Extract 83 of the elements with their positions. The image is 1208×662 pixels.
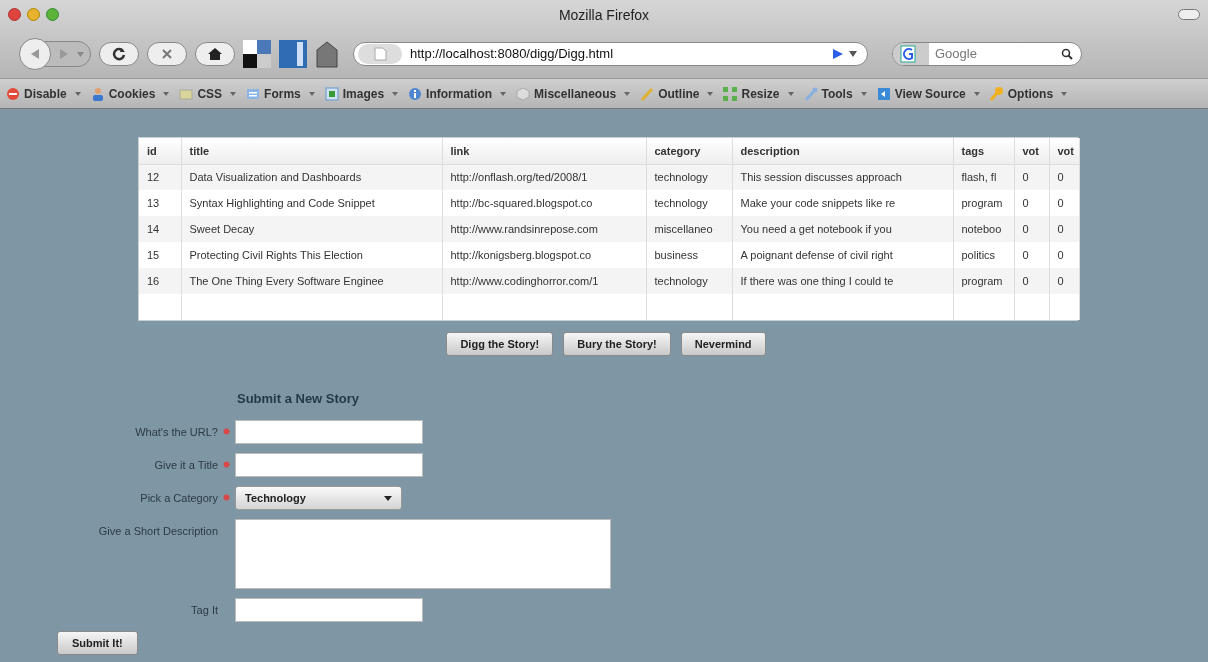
- toolbar-menu[interactable]: Forms: [244, 84, 317, 103]
- close-window-button[interactable]: [8, 8, 21, 21]
- back-icon: [30, 48, 40, 60]
- toolbar-menu[interactable]: View Source: [874, 84, 982, 103]
- category-dropdown[interactable]: Technology: [235, 486, 402, 510]
- caret-icon: [77, 51, 84, 57]
- caret-icon: [230, 91, 237, 96]
- caret-icon: [1061, 91, 1068, 96]
- field-label: Pick a Category: [140, 491, 218, 506]
- toolbar-menu[interactable]: Options: [987, 84, 1070, 103]
- action-button[interactable]: Nevermind: [680, 332, 766, 356]
- column-header[interactable]: tags: [953, 138, 1014, 164]
- submit-button[interactable]: Submit It!: [57, 631, 138, 656]
- caret-icon: [860, 91, 867, 96]
- url-text: http://localhost:8080/digg/Digg.html: [410, 45, 615, 64]
- home-button[interactable]: [195, 42, 235, 66]
- input-field[interactable]: [235, 453, 423, 477]
- forward-icon: [59, 48, 69, 60]
- toolbar-menu[interactable]: Resize: [721, 84, 796, 103]
- action-button[interactable]: Digg the Story!: [446, 332, 554, 356]
- search-engine-icon: [893, 43, 929, 65]
- field-label: Tag It: [191, 603, 218, 618]
- bookmark-icon[interactable]: [279, 40, 307, 68]
- action-button[interactable]: Bury the Story!: [563, 332, 671, 356]
- input-field[interactable]: [235, 519, 611, 589]
- toolbar-toggle-button[interactable]: [1178, 9, 1200, 20]
- info-icon: [408, 86, 423, 101]
- form-icon: [246, 86, 261, 101]
- home-icon: [208, 48, 222, 60]
- column-header[interactable]: id: [139, 138, 181, 164]
- toolbar-menu[interactable]: Outline: [638, 84, 716, 103]
- grid-icon[interactable]: [243, 40, 271, 68]
- column-header[interactable]: link: [442, 138, 646, 164]
- column-header[interactable]: category: [646, 138, 732, 164]
- caret-icon: [707, 91, 714, 96]
- caret-icon: [500, 91, 507, 96]
- stop-sign-icon: [6, 86, 20, 101]
- caret-icon[interactable]: [849, 51, 857, 57]
- field-label: Give a Short Description: [98, 524, 218, 539]
- reload-button[interactable]: [99, 42, 139, 66]
- person-icon: [90, 86, 105, 101]
- go-icon[interactable]: [832, 48, 844, 60]
- caret-icon: [973, 91, 980, 96]
- toolbar-menu[interactable]: CSS: [177, 84, 239, 103]
- close-icon: [161, 48, 173, 60]
- back-forward-button[interactable]: [20, 41, 91, 67]
- window-title: Mozilla Firefox: [558, 5, 650, 25]
- dots-icon: [723, 86, 738, 101]
- field-label: Give it a Title: [154, 458, 218, 473]
- field-label: What's the URL?: [135, 425, 218, 440]
- key-icon: [989, 86, 1004, 101]
- pencil-icon: [640, 86, 655, 101]
- page-icon: [358, 44, 402, 64]
- caret-icon: [163, 91, 170, 96]
- caret-icon: [624, 91, 631, 96]
- caret-icon: [392, 91, 399, 96]
- stop-button[interactable]: [147, 42, 187, 66]
- wrench-icon: [803, 86, 818, 101]
- toolbar-menu[interactable]: Information: [406, 84, 509, 103]
- form-heading: Submit a New Story: [237, 391, 360, 406]
- toolbar-menu[interactable]: Miscellaneous: [514, 84, 633, 103]
- column-header[interactable]: description: [732, 138, 953, 164]
- caret-icon: [308, 91, 315, 96]
- caret-icon: [74, 91, 81, 96]
- search-field[interactable]: Google: [892, 42, 1082, 66]
- column-header[interactable]: vot: [1014, 138, 1049, 164]
- image-icon: [324, 86, 339, 101]
- toolbar-menu[interactable]: Images: [322, 84, 401, 103]
- column-header[interactable]: title: [181, 138, 442, 164]
- input-field[interactable]: [235, 598, 423, 622]
- minimize-window-button[interactable]: [27, 8, 40, 21]
- caret-icon: [787, 91, 794, 96]
- address-bar[interactable]: http://localhost:8080/digg/Digg.html: [353, 42, 868, 66]
- search-input[interactable]: Google: [935, 44, 1061, 64]
- caret-icon: [384, 495, 392, 501]
- toolbar-menu[interactable]: Disable: [4, 84, 83, 103]
- reload-icon: [112, 47, 126, 61]
- input-field[interactable]: [235, 420, 423, 444]
- column-header[interactable]: vot: [1049, 138, 1079, 164]
- search-icon: [1061, 48, 1073, 60]
- toolbar-menu[interactable]: Tools: [801, 84, 869, 103]
- zoom-window-button[interactable]: [46, 8, 59, 21]
- toolbar-menu[interactable]: Cookies: [88, 84, 172, 103]
